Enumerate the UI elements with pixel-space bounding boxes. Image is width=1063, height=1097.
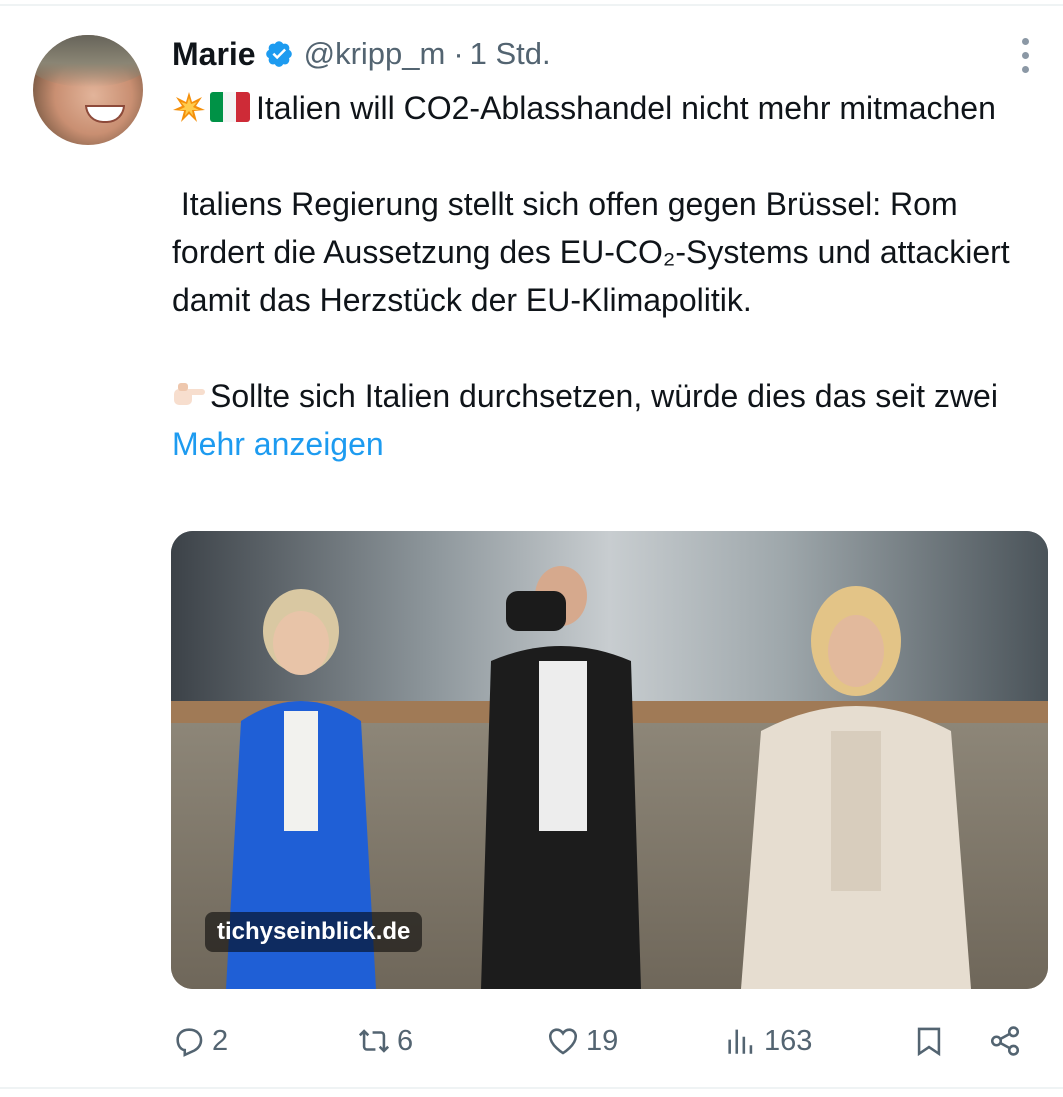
show-more-link[interactable]: Mehr anzeigen bbox=[172, 426, 384, 462]
author-handle[interactable]: @kripp_m bbox=[304, 36, 446, 72]
author-name[interactable]: Marie bbox=[172, 36, 256, 73]
views-count: 163 bbox=[764, 1024, 813, 1057]
repost-count: 6 bbox=[397, 1024, 414, 1057]
tweet-actions: 2 6 19 163 bbox=[172, 1016, 1032, 1066]
pointing-hand-emoji-icon bbox=[174, 383, 205, 405]
views-chart-icon bbox=[728, 1029, 753, 1054]
tweet-header: Marie @kripp_m · 1 Std. bbox=[172, 34, 551, 74]
photographer bbox=[481, 566, 641, 989]
tweet-media-image[interactable]: tichyseinblick.de bbox=[171, 531, 1048, 989]
tweet-text: Italien will CO2-Ablasshandel nicht mehr… bbox=[172, 84, 1052, 468]
collision-emoji-icon bbox=[173, 92, 205, 122]
views-button[interactable]: 163 bbox=[724, 1016, 812, 1066]
reply-icon bbox=[176, 1028, 203, 1057]
separator-dot: · bbox=[453, 36, 464, 71]
tweet-paragraph-3: Sollte sich Italien durchsetzen, würde d… bbox=[210, 378, 998, 414]
italy-flag-icon bbox=[210, 92, 250, 122]
repost-button[interactable]: 6 bbox=[357, 1016, 413, 1066]
timestamp[interactable]: 1 Std. bbox=[470, 36, 551, 72]
share-button[interactable] bbox=[988, 1016, 1022, 1066]
tweet[interactable]: Marie @kripp_m · 1 Std. Italien will CO2… bbox=[0, 0, 1063, 1097]
bottom-divider bbox=[0, 1087, 1063, 1089]
like-count: 19 bbox=[586, 1024, 619, 1057]
image-watermark: tichyseinblick.de bbox=[205, 912, 423, 952]
repost-icon bbox=[358, 1029, 390, 1053]
bookmark-button[interactable] bbox=[912, 1016, 946, 1066]
reply-count: 2 bbox=[212, 1024, 229, 1057]
more-options-icon[interactable] bbox=[1010, 38, 1040, 78]
avatar[interactable] bbox=[33, 35, 143, 145]
share-icon bbox=[990, 1026, 1020, 1056]
verified-badge-icon bbox=[265, 41, 292, 67]
tweet-paragraph-2: Italiens Regierung stellt sich offen geg… bbox=[172, 186, 1019, 318]
reply-button[interactable]: 2 bbox=[172, 1016, 228, 1066]
person-in-white-suit bbox=[741, 586, 971, 989]
bookmark-icon bbox=[917, 1027, 941, 1057]
heart-icon bbox=[548, 1028, 578, 1055]
tweet-line-1: Italien will CO2-Ablasshandel nicht mehr… bbox=[256, 90, 996, 126]
like-button[interactable]: 19 bbox=[546, 1016, 618, 1066]
